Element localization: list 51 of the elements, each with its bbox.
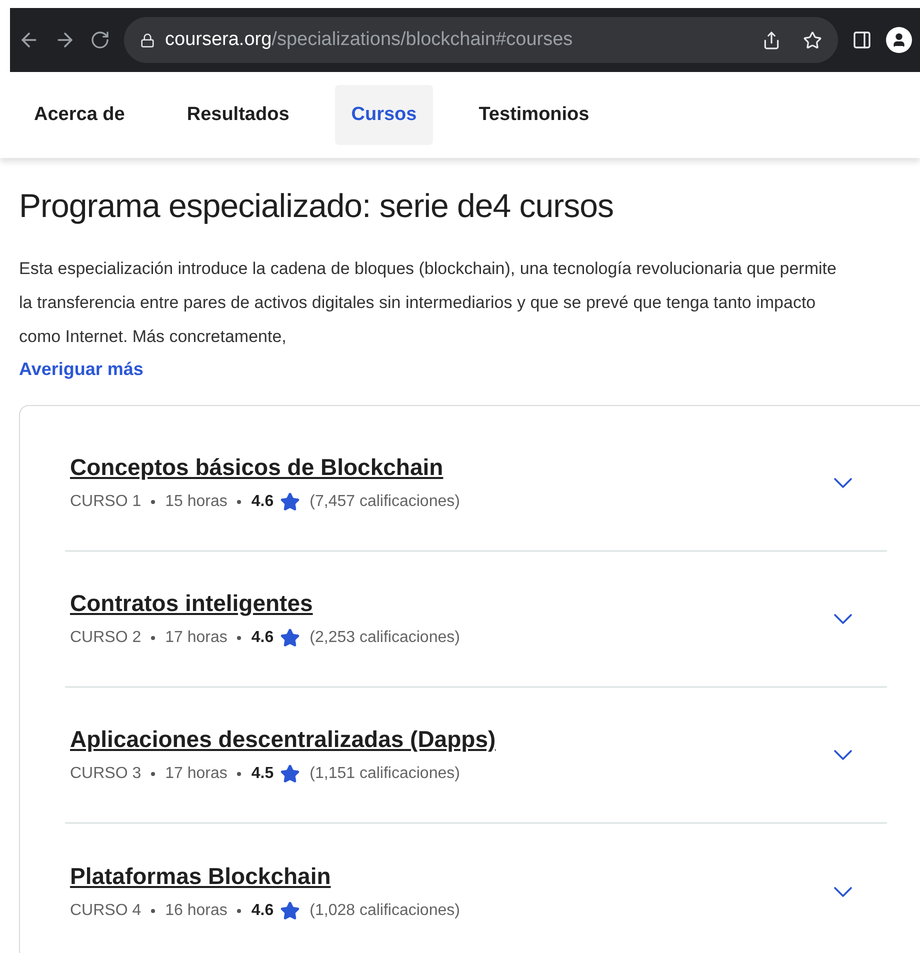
star-icon [280, 628, 300, 648]
course-hours: 17 horas [165, 628, 228, 648]
bullet-icon [151, 636, 156, 640]
course-rating: 4.6 [251, 628, 274, 648]
share-icon[interactable] [762, 30, 781, 50]
star-icon [280, 901, 300, 921]
ratings-count: (7,457 calificaciones) [310, 492, 460, 512]
course-number: CURSO 2 [70, 628, 142, 648]
bookmark-star-icon[interactable] [803, 30, 822, 50]
url-text: coursera.org/specializations/blockchain#courses [165, 28, 573, 52]
ratings-count: (1,028 calificaciones) [310, 901, 460, 921]
star-icon [280, 764, 300, 784]
bullet-icon [151, 909, 156, 913]
bullet-icon [237, 909, 242, 913]
side-panel-icon[interactable] [852, 30, 872, 50]
course-hours: 16 horas [165, 901, 228, 921]
ratings-count: (1,151 calificaciones) [310, 764, 460, 784]
bullet-icon [237, 636, 242, 640]
course-rating: 4.6 [251, 492, 274, 512]
lock-icon [140, 32, 155, 48]
course-title[interactable]: Contratos inteligentes [70, 588, 827, 618]
bullet-icon [237, 772, 242, 776]
reload-icon[interactable] [90, 30, 110, 50]
section-heading: Programa especializado: serie de4 cursos [19, 186, 614, 226]
course-row[interactable]: Aplicaciones descentralizadas (Dapps) CURSO 3 17 horas 4.5 (1,151 calificaciones) [65, 688, 887, 824]
learn-more-link[interactable]: Averiguar más [19, 356, 901, 383]
course-title[interactable]: Aplicaciones descentralizadas (Dapps) [70, 724, 827, 754]
course-hours: 15 horas [165, 492, 228, 512]
course-number: CURSO 3 [70, 764, 142, 784]
course-row[interactable]: Conceptos básicos de Blockchain CURSO 1 15 horas 4.6 (7,457 calificaciones) [65, 416, 887, 552]
course-row[interactable]: Contratos inteligentes CURSO 2 17 horas 4.6 (2,253 calificaciones) [65, 552, 887, 688]
course-title[interactable]: Plataformas Blockchain [70, 861, 827, 891]
address-bar[interactable]: coursera.org/specializations/blockchain#courses [124, 17, 838, 63]
nav-tab[interactable]: Acerca de [18, 85, 141, 145]
bullet-icon [151, 500, 156, 504]
bullet-icon [237, 500, 242, 504]
course-rating: 4.5 [251, 764, 274, 784]
nav-tab[interactable]: Cursos [335, 85, 433, 145]
ratings-count: (2,253 calificaciones) [310, 628, 460, 648]
description-text: Esta especialización introduce la cadena de bloques (blockchain), una tecnología revolucionaria que permite la transferencia entre pares de activos digitales sin intermediarios y que se prevé que tenga tanto impacto como Internet. Más concretamente, [19, 258, 838, 348]
profile-avatar[interactable] [886, 27, 912, 53]
course-row[interactable]: Plataformas Blockchain CURSO 4 16 horas 4.6 (1,028 calificaciones) [65, 824, 887, 953]
course-number: CURSO 1 [70, 492, 142, 512]
course-rating: 4.6 [251, 901, 274, 921]
star-icon [280, 492, 300, 512]
course-hours: 17 horas [165, 764, 228, 784]
bullet-icon [151, 772, 156, 776]
nav-tab[interactable]: Resultados [170, 85, 306, 145]
nav-tab[interactable]: Testimonios [462, 85, 606, 145]
course-number: CURSO 4 [70, 901, 142, 921]
course-title[interactable]: Conceptos básicos de Blockchain [70, 452, 827, 482]
